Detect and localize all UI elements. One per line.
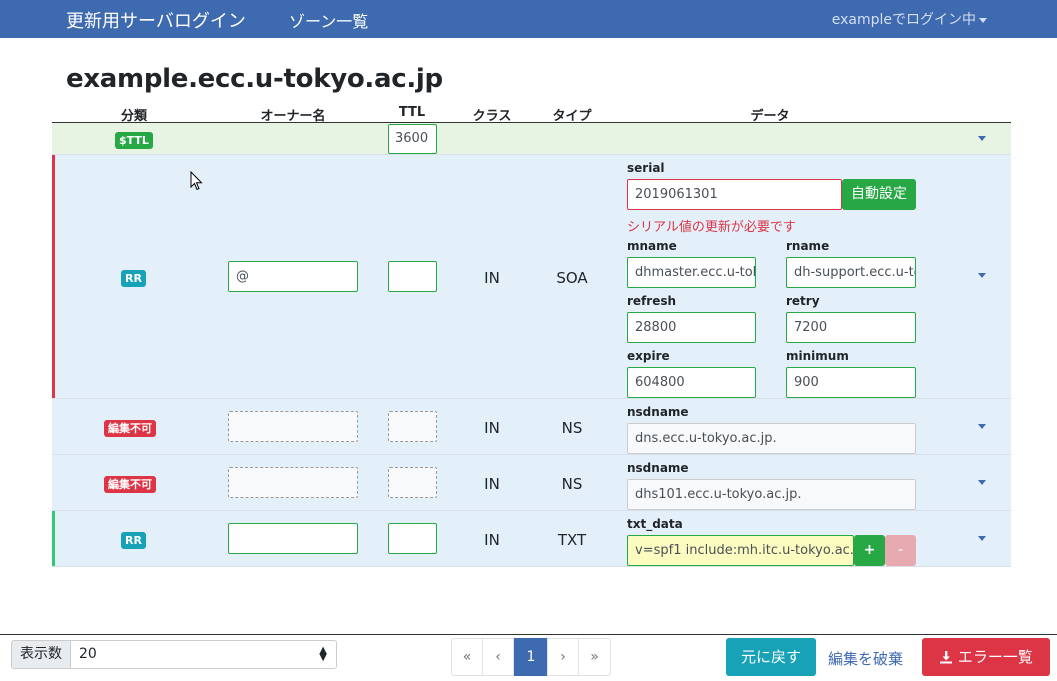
refresh-label: refresh <box>627 294 677 308</box>
brand-link[interactable]: 更新用サーバログイン <box>66 7 246 33</box>
error-list-label: エラー一覧 <box>957 648 1033 666</box>
expire-label: expire <box>627 349 670 363</box>
page-title: example.ecc.u-tokyo.ac.jp <box>66 64 443 94</box>
user-menu-label: exampleでログイン中 <box>831 12 976 28</box>
expire-input[interactable]: 604800 <box>627 367 756 398</box>
row-menu-caret-icon[interactable] <box>978 273 986 278</box>
type-value: TXT <box>557 531 587 549</box>
txt-data-label: txt_data <box>627 517 683 531</box>
row-menu-caret-icon[interactable] <box>978 136 986 141</box>
minimum-input[interactable]: 900 <box>786 367 916 398</box>
ttl-input[interactable] <box>388 261 437 292</box>
owner-input[interactable]: @ <box>228 261 358 292</box>
type-value: NS <box>561 419 583 437</box>
minimum-label: minimum <box>786 349 849 363</box>
rr-badge: RR <box>121 270 146 287</box>
serial-input[interactable]: 2019061301 <box>627 179 842 210</box>
pager-next[interactable]: › <box>547 638 579 676</box>
refresh-input[interactable]: 28800 <box>627 312 756 343</box>
revert-button[interactable]: 元に戻す <box>726 638 816 676</box>
class-value: IN <box>484 475 500 493</box>
ttl-input-disabled <box>388 411 437 442</box>
rname-input[interactable]: dh-support.ecc.u-tokyo.ac.jp. <box>786 257 916 288</box>
txt-data-input[interactable]: v=spf1 include:mh.itc.u-tokyo.ac.jp ~all <box>627 535 854 566</box>
owner-input-disabled <box>228 411 358 442</box>
type-value: SOA <box>556 269 588 287</box>
mouse-cursor-icon <box>190 171 203 191</box>
table-row-ttl: $TTL 3600 <box>52 123 1011 155</box>
type-value: NS <box>561 475 583 493</box>
ttl-input-disabled <box>388 467 437 498</box>
table-row-txt: RR IN TXT txt_data v=spf1 include:mh.itc… <box>52 511 1011 567</box>
rname-label: rname <box>786 239 830 253</box>
per-page-value: 20 <box>79 646 97 662</box>
download-icon <box>940 651 953 664</box>
mname-label: mname <box>627 239 677 253</box>
row-menu-caret-icon[interactable] <box>978 536 986 541</box>
retry-input[interactable]: 7200 <box>786 312 916 343</box>
per-page-select[interactable]: 20 ▲ ▼ <box>70 640 337 669</box>
serial-label: serial <box>627 161 665 175</box>
retry-label: retry <box>786 294 820 308</box>
default-ttl-input[interactable]: 3600 <box>388 124 437 154</box>
row-error-indicator <box>52 155 55 398</box>
nsdname-input-disabled: dns.ecc.u-tokyo.ac.jp. <box>627 423 916 454</box>
chevron-down-icon <box>979 17 987 23</box>
user-menu-dropdown[interactable]: exampleでログイン中 <box>832 9 987 29</box>
table-row-ns-1: 編集不可 IN NS nsdname dns.ecc.u-tokyo.ac.jp… <box>52 399 1011 455</box>
discard-edits-link[interactable]: 編集を破棄 <box>828 648 903 669</box>
per-page-label: 表示数 <box>11 640 71 669</box>
table-row-soa: RR @ IN SOA serial 2019061301 自動設定 シリアル値… <box>52 155 1011 399</box>
rr-badge: RR <box>121 532 146 549</box>
navbar: 更新用サーバログイン ゾーン一覧 exampleでログイン中 <box>0 0 1057 38</box>
class-value: IN <box>484 531 500 549</box>
readonly-badge: 編集不可 <box>104 420 156 437</box>
pager-last[interactable]: » <box>578 638 611 676</box>
owner-input-disabled <box>228 467 358 498</box>
readonly-badge: 編集不可 <box>104 476 156 493</box>
nsdname-label: nsdname <box>627 405 689 419</box>
class-value: IN <box>484 269 500 287</box>
table-row-ns-2: 編集不可 IN NS nsdname dhs101.ecc.u-tokyo.ac… <box>52 455 1011 511</box>
select-arrows-icon: ▲ ▼ <box>319 645 327 663</box>
pager-current[interactable]: 1 <box>514 638 548 676</box>
nav-zone-list[interactable]: ゾーン一覧 <box>289 8 368 32</box>
pager-prev[interactable]: ‹ <box>482 638 514 676</box>
ttl-input[interactable] <box>388 523 437 554</box>
auto-serial-button[interactable]: 自動設定 <box>842 179 916 210</box>
error-list-button[interactable]: エラー一覧 <box>922 638 1050 676</box>
nsdname-label: nsdname <box>627 461 689 475</box>
ttl-badge: $TTL <box>115 132 153 149</box>
serial-error-message: シリアル値の更新が必要です <box>627 220 796 235</box>
row-menu-caret-icon[interactable] <box>978 480 986 485</box>
pager-first[interactable]: « <box>451 638 483 676</box>
remove-txt-button[interactable]: - <box>885 535 916 566</box>
class-value: IN <box>484 419 500 437</box>
owner-input[interactable] <box>228 523 358 554</box>
add-txt-button[interactable]: + <box>854 535 885 566</box>
header-ttl: TTL <box>398 105 426 120</box>
mname-input[interactable]: dhmaster.ecc.u-tokyo.ac.jp. <box>627 257 756 288</box>
nsdname-input-disabled: dhs101.ecc.u-tokyo.ac.jp. <box>627 479 916 510</box>
row-new-indicator <box>52 511 55 566</box>
row-menu-caret-icon[interactable] <box>978 424 986 429</box>
